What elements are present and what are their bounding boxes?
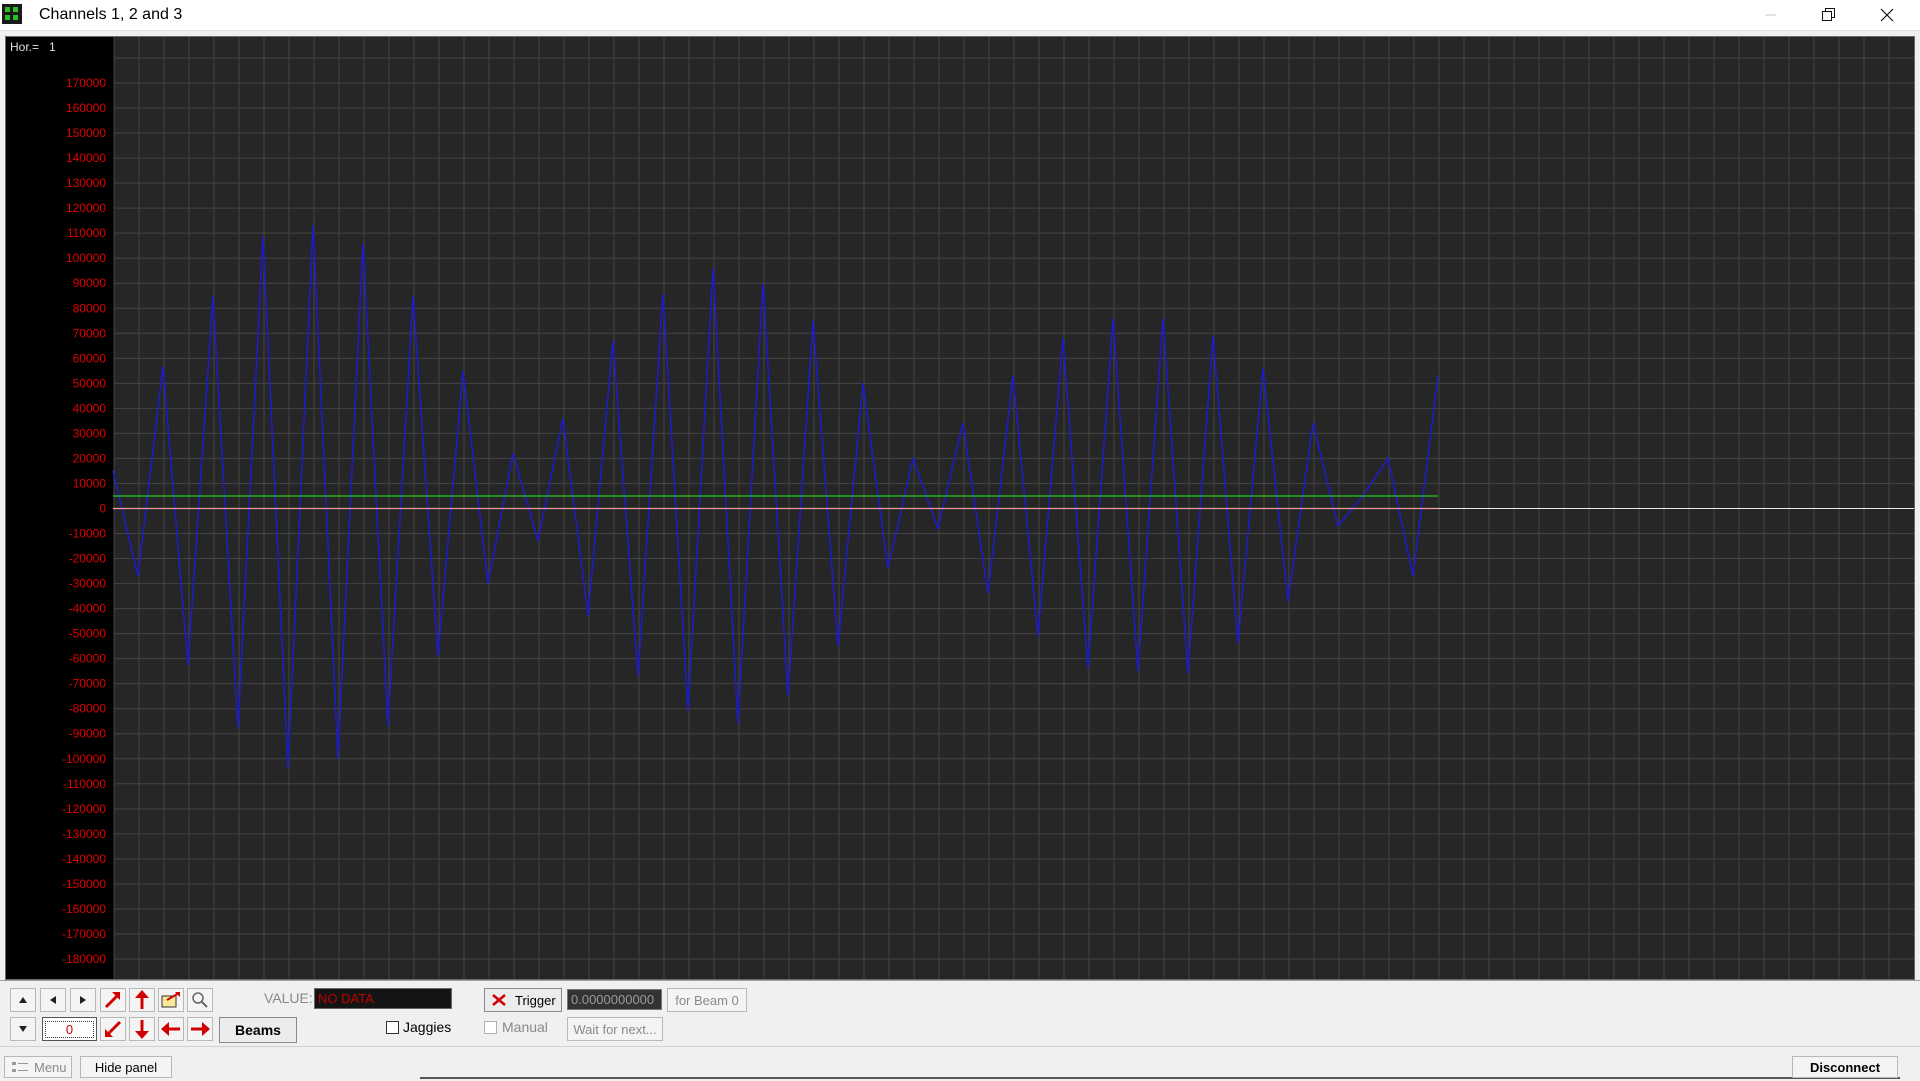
diagonal-arrow-up-icon <box>104 992 121 1009</box>
for-beam-button[interactable]: for Beam 0 <box>667 988 747 1012</box>
shrink-diagonal-button[interactable] <box>100 1017 126 1041</box>
title-bar: Channels 1, 2 and 3 <box>0 0 1920 31</box>
arrow-left-icon <box>161 1022 180 1036</box>
triangle-left-icon <box>50 996 56 1004</box>
y-tick-label: -20000 <box>69 552 107 566</box>
horizontal-scale-readout: Hor.= 1 <box>10 40 56 54</box>
trigger-value-field[interactable]: 0.0000000000 <box>567 989 662 1010</box>
y-tick-label: -180000 <box>62 952 106 966</box>
y-tick-label: -100000 <box>62 752 106 766</box>
scroll-down-button[interactable] <box>10 1017 36 1041</box>
y-tick-label: -30000 <box>69 577 107 591</box>
triangle-down-icon <box>19 1026 27 1032</box>
magnifier-icon <box>192 992 208 1008</box>
y-tick-label: -70000 <box>69 677 107 691</box>
beams-button[interactable]: Beams <box>219 1017 297 1043</box>
y-tick-label: -120000 <box>62 802 106 816</box>
restore-button[interactable] <box>1800 0 1858 30</box>
disconnect-button[interactable]: Disconnect <box>1792 1056 1898 1078</box>
channel-spinbox[interactable]: 0 <box>42 1017 97 1041</box>
y-tick-label: 130000 <box>66 176 106 190</box>
y-tick-label: 10000 <box>73 476 107 490</box>
hor-value: 1 <box>49 40 56 54</box>
y-tick-label: 100000 <box>66 251 106 265</box>
wait-for-next-button[interactable]: Wait for next... <box>567 1017 663 1041</box>
jaggies-label: Jaggies <box>403 1019 452 1035</box>
y-tick-label: 90000 <box>73 276 107 290</box>
scroll-right-button[interactable] <box>70 988 96 1012</box>
y-tick-label: -160000 <box>62 902 106 916</box>
hor-label: Hor.= <box>10 40 40 54</box>
pan-right-button[interactable] <box>187 1017 213 1041</box>
y-tick-label: -110000 <box>63 777 106 791</box>
arrow-up-icon <box>135 990 149 1009</box>
minimize-icon <box>1765 14 1776 16</box>
magnifier-button[interactable] <box>187 988 213 1012</box>
scroll-left-button[interactable] <box>40 988 66 1012</box>
y-tick-label: 20000 <box>73 451 107 465</box>
y-tick-label: -10000 <box>69 527 107 541</box>
y-tick-label: -50000 <box>69 627 107 641</box>
y-tick-label: -90000 <box>69 727 107 741</box>
fit-button[interactable] <box>158 988 184 1012</box>
trigger-button[interactable]: Trigger <box>484 988 562 1012</box>
app-icon <box>2 4 22 24</box>
y-tick-label: 0 <box>99 501 106 515</box>
value-display: NO DATA <box>314 988 452 1009</box>
menu-label: Menu <box>34 1059 67 1075</box>
arrow-right-icon <box>191 1022 210 1036</box>
spin-value: 0 <box>44 1020 95 1038</box>
hide-panel-button[interactable]: Hide panel <box>80 1056 172 1078</box>
y-tick-label: 50000 <box>73 376 107 390</box>
manual-checkbox[interactable] <box>484 1021 497 1034</box>
plot-canvas[interactable]: 1700001600001500001400001300001200001100… <box>6 37 1914 979</box>
y-tick-label: -150000 <box>62 877 106 891</box>
y-tick-label: -140000 <box>62 852 106 866</box>
y-tick-label: -170000 <box>62 927 106 941</box>
y-tick-label: 70000 <box>73 326 107 340</box>
menu-button[interactable]: Menu <box>4 1056 72 1078</box>
zoom-vertical-down-button[interactable] <box>129 1017 155 1041</box>
status-bar <box>0 1046 1920 1081</box>
manual-label: Manual <box>502 1019 548 1035</box>
y-tick-label: -130000 <box>62 827 106 841</box>
status-divider <box>420 1077 1900 1079</box>
red-x-icon <box>492 994 506 1006</box>
value-label: VALUE: <box>264 990 313 1006</box>
close-button[interactable] <box>1858 0 1916 30</box>
pan-left-button[interactable] <box>158 1017 184 1041</box>
close-icon <box>1880 8 1894 22</box>
y-tick-label: 140000 <box>66 151 106 165</box>
y-tick-label: 150000 <box>66 126 106 140</box>
y-tick-label: 160000 <box>66 101 106 115</box>
menu-icon <box>12 1062 28 1072</box>
y-tick-label: 60000 <box>73 351 107 365</box>
y-tick-label: -40000 <box>69 602 107 616</box>
trigger-label: Trigger <box>515 992 556 1008</box>
y-tick-label: -60000 <box>69 652 107 666</box>
y-tick-label: -80000 <box>69 702 107 716</box>
expand-diagonal-button[interactable] <box>100 988 126 1012</box>
y-tick-label: 30000 <box>73 426 107 440</box>
triangle-up-icon <box>19 997 27 1003</box>
diagonal-arrow-down-icon <box>105 1020 122 1037</box>
fit-window-icon <box>161 992 180 1008</box>
y-tick-label: 110000 <box>67 226 106 240</box>
window-title: Channels 1, 2 and 3 <box>39 6 183 23</box>
y-tick-label: 80000 <box>73 301 107 315</box>
arrow-down-icon <box>135 1020 149 1039</box>
minimize-button[interactable] <box>1742 0 1800 30</box>
y-tick-label: 170000 <box>66 76 106 90</box>
triangle-right-icon <box>80 996 86 1004</box>
y-tick-label: 120000 <box>66 201 106 215</box>
zoom-vertical-up-button[interactable] <box>129 988 155 1012</box>
oscilloscope-plot[interactable]: 170000 160000 150000 140000 130000 120000 1100… <box>5 36 1915 980</box>
restore-icon <box>1822 8 1835 21</box>
scroll-up-button[interactable] <box>10 988 36 1012</box>
jaggies-checkbox[interactable] <box>386 1021 399 1034</box>
y-tick-label: 40000 <box>73 401 107 415</box>
